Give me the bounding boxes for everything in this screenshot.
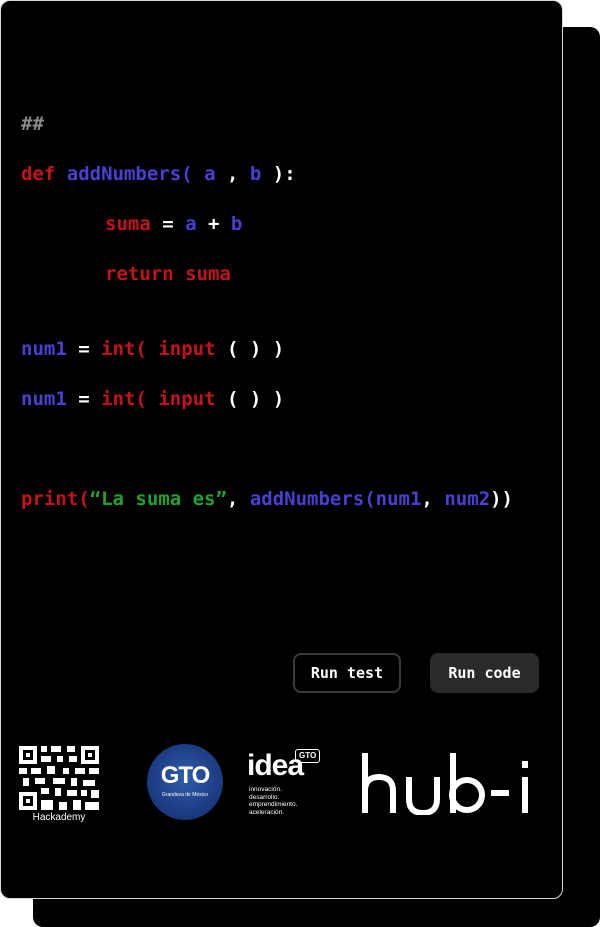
code-line-num1-second: num1 = int( input ( ) ): [21, 386, 284, 412]
code-token-kw: input: [158, 388, 216, 410]
code-token-kw: int(: [101, 388, 147, 410]
code-token-var: num1: [21, 388, 67, 410]
code-token-plain: )): [490, 488, 513, 510]
hackademy-logo-label: Hackademy: [32, 812, 86, 823]
code-token-kw: return suma: [105, 263, 231, 285]
code-token-kw: int(: [101, 338, 147, 360]
code-line-def: def addNumbers( a , b ):: [21, 161, 296, 187]
code-line-num1-first: num1 = int( input ( ) ): [21, 336, 284, 362]
code-token-var: num1: [375, 488, 422, 510]
idea-logo-tagline: innovación. desarrollo. emprendimiento. …: [249, 786, 329, 816]
code-token-plain: ,: [421, 488, 445, 510]
code-line-comment: ##: [21, 111, 44, 137]
gto-logo-text: GTO: [160, 762, 211, 789]
code-token-plain: ,: [226, 488, 250, 510]
code-token-var: num2: [444, 488, 491, 510]
code-token-comment: ##: [21, 113, 44, 135]
code-line-return: return suma: [21, 261, 231, 287]
code-editor: ## def addNumbers( a , b ): suma = a + b…: [21, 111, 513, 510]
code-line-suma: suma = a + b: [21, 211, 242, 237]
code-token-plain: =: [150, 213, 186, 235]
gto-logo: GTO Grandeza de México: [147, 744, 223, 820]
code-token-var: b: [249, 163, 262, 185]
idea-tagline-line: desarrollo.: [249, 793, 280, 801]
code-token-var: a: [185, 213, 197, 235]
run-test-button[interactable]: Run test: [293, 653, 401, 693]
gto-logo-subtitle: Grandeza de México: [161, 792, 209, 798]
code-token-fn: addNumbers(: [66, 163, 193, 185]
code-token-var: num1: [21, 338, 67, 360]
code-token-plain: +: [196, 213, 231, 235]
code-card: ## def addNumbers( a , b ): suma = a + b…: [0, 0, 563, 899]
code-token-kw: suma: [105, 213, 151, 235]
idea-tagline-line: aceleración.: [249, 808, 285, 816]
idea-gto-logo: idea GTO innovación. desarrollo. emprend…: [247, 746, 327, 818]
hackademy-qr-code-icon: [19, 746, 99, 810]
code-token-plain: =: [66, 338, 102, 360]
code-token-plain: ( ) ): [215, 388, 285, 410]
code-token-kw: input: [158, 338, 216, 360]
idea-tagline-line: innovación.: [249, 786, 282, 793]
code-token-plain: ( ) ): [215, 338, 285, 360]
code-token-str: “La suma es”: [89, 488, 227, 510]
idea-logo-badge: GTO: [295, 749, 321, 763]
code-token-kw: print(: [21, 488, 90, 510]
hub-i-logo: [362, 753, 528, 815]
run-code-button[interactable]: Run code: [430, 653, 539, 693]
code-token-kw: def: [21, 163, 56, 185]
code-token-fn: addNumbers(: [249, 488, 376, 510]
code-line-print: print(“La suma es”, addNumbers(num1, num…: [21, 486, 513, 512]
idea-tagline-line: emprendimiento.: [249, 801, 298, 808]
code-token-plain: ,: [215, 163, 250, 185]
code-token-plain: =: [66, 388, 102, 410]
code-token-var: a: [204, 163, 216, 185]
code-token-var: b: [230, 213, 243, 235]
code-token-plain: ):: [261, 163, 296, 185]
